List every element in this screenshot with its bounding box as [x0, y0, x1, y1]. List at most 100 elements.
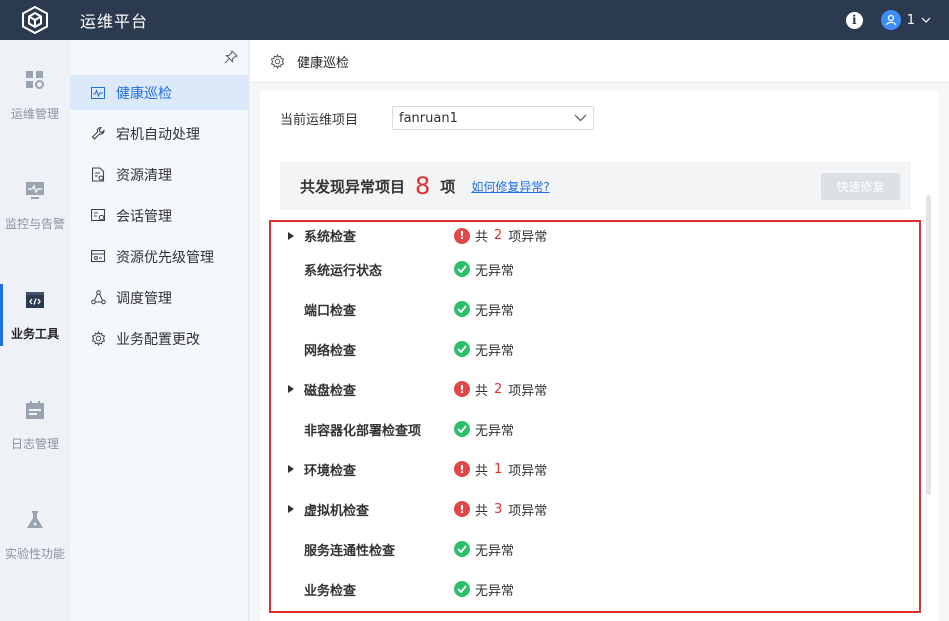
rail-item-tools[interactable]: 业务工具: [0, 260, 70, 370]
check-name: 磁盘检查: [304, 383, 357, 399]
project-value: fanruan1: [399, 110, 458, 126]
project-select[interactable]: fanruan1: [392, 106, 594, 130]
menu-item-label: 资源清理: [116, 167, 172, 184]
flask-icon: [27, 510, 43, 528]
check-name: 非容器化部署检查项: [304, 423, 422, 439]
expand-caret-icon[interactable]: [288, 505, 294, 513]
sub-menu: 健康巡检 宕机自动处理 资源清理 会话管理 资源优先级管理 调度管理 业务配置更…: [70, 40, 249, 621]
menu-item-session[interactable]: 会话管理: [70, 198, 248, 233]
session-icon: [90, 208, 106, 224]
check-name: 端口检查: [304, 303, 357, 319]
status-pre: 共: [475, 230, 489, 245]
check-status: ! 共 2 项异常: [454, 226, 547, 245]
menu-item-config-change[interactable]: 业务配置更改: [70, 321, 248, 356]
error-icon: !: [454, 227, 470, 244]
check-status: ! 共 1 项异常: [454, 460, 547, 479]
status-text: 无异常: [475, 583, 515, 599]
status-pre: 共: [475, 463, 489, 479]
status-post: 项异常: [508, 503, 548, 519]
project-row: 当前运维项目 fanruan1: [280, 106, 594, 130]
logo-cube-icon[interactable]: [0, 0, 70, 40]
rail-label: 业务工具: [10, 326, 59, 341]
check-status: 无异常: [454, 540, 514, 559]
menu-item-resource-cleanup[interactable]: 资源清理: [70, 157, 248, 192]
config-gear-icon: [90, 331, 106, 347]
project-label: 当前运维项目: [280, 112, 359, 128]
status-text: 无异常: [475, 543, 515, 559]
pulse-icon: [90, 85, 106, 101]
check-row[interactable]: 磁盘检查! 共 2 项异常: [271, 369, 919, 409]
menu-item-label: 调度管理: [116, 290, 172, 307]
rail-item-monitor[interactable]: 监控与告警: [0, 150, 70, 260]
anomaly-summary: 共发现异常项目 8 项 如何修复异常? 快速修复: [280, 162, 911, 210]
schedule-icon: [90, 290, 106, 306]
check-row: 端口检查 无异常: [271, 289, 919, 329]
check-name: 服务连通性检查: [304, 543, 396, 559]
rail-label: 监控与告警: [4, 216, 65, 231]
tab-bar: 健康巡检: [250, 40, 949, 83]
settings-gear-icon: [270, 53, 285, 69]
top-bar: 运维平台 i 1: [0, 0, 949, 40]
check-status: ! 共 2 项异常: [454, 380, 547, 399]
menu-item-auto-recovery[interactable]: 宕机自动处理: [70, 116, 248, 151]
rail-item-logs[interactable]: 日志管理: [0, 370, 70, 480]
info-icon[interactable]: i: [845, 11, 863, 29]
menu-item-label: 宕机自动处理: [116, 126, 200, 143]
menu-item-health-check[interactable]: 健康巡检: [70, 75, 248, 110]
check-row: 系统运行状态 无异常: [271, 249, 919, 289]
summary-prefix: 共发现异常项目: [300, 177, 406, 196]
rail-item-experimental[interactable]: 实验性功能: [0, 480, 70, 590]
expand-caret-icon[interactable]: [288, 231, 294, 240]
check-name: 系统运行状态: [304, 263, 383, 279]
expand-caret-icon[interactable]: [288, 385, 294, 393]
check-name: 网络检查: [304, 343, 357, 359]
user-menu[interactable]: 1: [880, 10, 931, 30]
check-ok-icon: [454, 261, 470, 277]
chevron-down-icon: [921, 17, 931, 23]
error-count: 1: [494, 461, 503, 477]
status-pre: 共: [475, 503, 489, 519]
check-status: 无异常: [454, 340, 514, 359]
status-text: 无异常: [475, 343, 515, 359]
status-post: 项异常: [508, 230, 548, 245]
check-status: 无异常: [454, 580, 514, 599]
check-ok-icon: [454, 541, 470, 557]
expand-caret-icon[interactable]: [288, 465, 294, 473]
check-name: 系统检查: [304, 230, 357, 245]
menu-item-priority[interactable]: 资源优先级管理: [70, 239, 248, 274]
rail-item-ops[interactable]: 运维管理: [0, 40, 70, 150]
menu-item-label: 健康巡检: [116, 85, 172, 102]
avatar-user-icon: [880, 10, 901, 30]
check-ok-icon: [454, 301, 470, 317]
nav-rail: 运维管理 监控与告警 业务工具 日志管理 实验性功能: [0, 40, 70, 621]
check-row[interactable]: 环境检查! 共 1 项异常: [271, 449, 919, 489]
quick-fix-button[interactable]: 快速修复: [821, 173, 900, 200]
status-pre: 共: [475, 383, 489, 399]
status-post: 项异常: [508, 383, 548, 399]
check-row[interactable]: 系统检查! 共 2 项异常: [271, 222, 919, 249]
error-icon: !: [454, 501, 470, 517]
tab-health-check[interactable]: 健康巡检: [297, 52, 349, 71]
rail-label: 日志管理: [10, 436, 59, 451]
check-row: 服务连通性检查 无异常: [271, 529, 919, 569]
how-to-fix-link[interactable]: 如何修复异常?: [471, 178, 549, 195]
check-status: 无异常: [454, 420, 514, 439]
check-status: ! 共 3 项异常: [454, 500, 547, 519]
priority-icon: [90, 249, 106, 265]
check-row: 网络检查 无异常: [271, 329, 919, 369]
pin-icon[interactable]: [224, 50, 238, 64]
menu-item-scheduling[interactable]: 调度管理: [70, 280, 248, 315]
check-row[interactable]: 虚拟机检查! 共 3 项异常: [271, 489, 919, 529]
error-count: 3: [494, 501, 503, 517]
check-ok-icon: [454, 421, 470, 437]
check-name: 业务检查: [304, 583, 357, 599]
error-icon: !: [454, 381, 470, 397]
status-post: 项异常: [508, 463, 548, 479]
main-area: 健康巡检 当前运维项目 fanruan1 共发现异常项目 8 项 如何修复异常?…: [250, 40, 949, 621]
status-text: 无异常: [475, 423, 515, 439]
scrollbar[interactable]: [926, 195, 931, 495]
check-row: 非容器化部署检查项 无异常: [271, 409, 919, 449]
anomaly-count: 8: [415, 172, 431, 200]
check-name: 环境检查: [304, 463, 357, 479]
monitor-icon: [26, 181, 44, 199]
